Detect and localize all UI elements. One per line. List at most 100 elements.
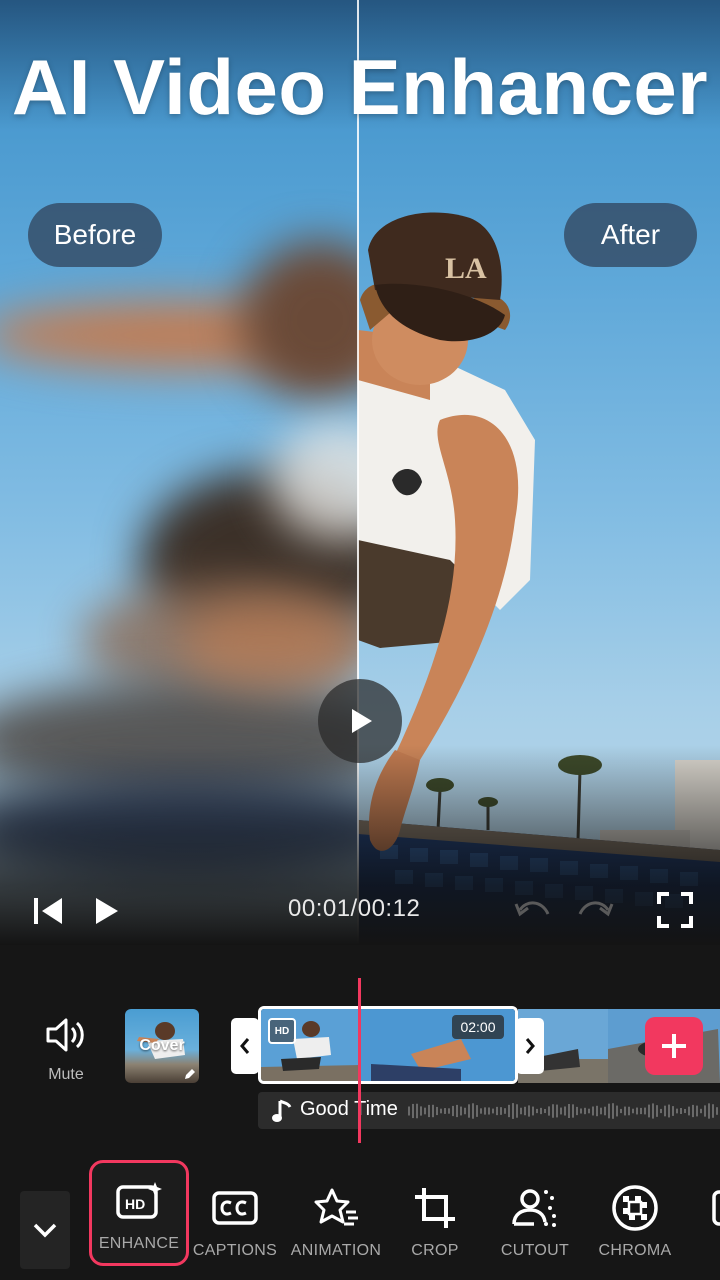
waveform-bar xyxy=(476,1105,478,1117)
tool-enhance-label: ENHANCE xyxy=(98,1235,180,1252)
waveform-bar xyxy=(428,1104,430,1118)
waveform-bar xyxy=(532,1106,534,1116)
undo-icon[interactable] xyxy=(512,896,552,926)
waveform-bar xyxy=(492,1108,494,1114)
waveform-bar xyxy=(436,1106,438,1116)
cc-icon xyxy=(212,1191,258,1225)
waveform-bar xyxy=(652,1103,654,1119)
svg-text:HD: HD xyxy=(125,1196,145,1212)
waveform-bar xyxy=(544,1108,546,1114)
waveform-bar xyxy=(648,1104,650,1118)
editor-screen: LA AI Video Enhancer Before After 00:01/… xyxy=(0,0,720,1280)
tool-captions[interactable]: CAPTIONS xyxy=(185,1180,285,1260)
waveform-bar xyxy=(688,1106,690,1116)
waveform-bar xyxy=(412,1103,414,1119)
waveform-bar xyxy=(540,1107,542,1115)
partial-tool-icon xyxy=(712,1190,720,1226)
chevron-down-icon xyxy=(33,1223,57,1238)
waveform-bar xyxy=(644,1107,646,1115)
tool-animation-label: ANIMATION xyxy=(290,1242,382,1259)
waveform-bar xyxy=(660,1108,662,1114)
before-label: Before xyxy=(28,203,162,267)
tool-animation[interactable]: ANIMATION xyxy=(286,1180,386,1260)
waveform-bar xyxy=(572,1104,574,1118)
play-overlay-button[interactable] xyxy=(318,679,402,763)
tool-chroma[interactable]: CHROMA xyxy=(585,1180,685,1260)
fullscreen-icon[interactable] xyxy=(656,891,694,929)
waveform-bar xyxy=(632,1108,634,1114)
waveform-bar xyxy=(480,1108,482,1114)
audio-track[interactable]: Good Time xyxy=(258,1092,720,1129)
speaker-icon xyxy=(46,1018,84,1052)
waveform-bar xyxy=(684,1108,686,1114)
play-icon-small[interactable] xyxy=(90,894,122,928)
waveform-bar xyxy=(576,1106,578,1116)
waveform-bar xyxy=(616,1105,618,1117)
tool-enhance[interactable]: HD ENHANCE xyxy=(89,1160,189,1266)
waveform-bar xyxy=(620,1108,622,1114)
edit-pencil-icon[interactable] xyxy=(183,1067,197,1081)
waveform-bar xyxy=(508,1104,510,1118)
waveform-bar xyxy=(636,1107,638,1115)
cover-thumbnail[interactable]: Cover xyxy=(125,1009,199,1083)
waveform-bar xyxy=(520,1107,522,1115)
trim-handle-right[interactable] xyxy=(516,1018,544,1074)
waveform-bar xyxy=(552,1104,554,1118)
audio-waveform xyxy=(408,1103,718,1119)
waveform-bar xyxy=(524,1106,526,1116)
waveform-bar xyxy=(516,1104,518,1118)
video-preview[interactable]: LA AI Video Enhancer Before After 00:01/… xyxy=(0,0,720,945)
waveform-bar xyxy=(512,1103,514,1119)
waveform-bar xyxy=(424,1107,426,1115)
waveform-bar xyxy=(656,1105,658,1117)
chevron-left-icon xyxy=(240,1038,250,1054)
waveform-bar xyxy=(672,1106,674,1116)
waveform-bar xyxy=(716,1107,718,1115)
waveform-bar xyxy=(484,1107,486,1115)
waveform-bar xyxy=(588,1108,590,1114)
waveform-bar xyxy=(452,1105,454,1117)
playhead[interactable] xyxy=(358,978,361,1143)
mute-button[interactable]: Mute xyxy=(38,1015,94,1084)
waveform-bar xyxy=(504,1108,506,1114)
collapse-toolbar-button[interactable] xyxy=(20,1191,70,1269)
waveform-bar xyxy=(548,1106,550,1116)
waveform-bar xyxy=(580,1108,582,1114)
waveform-bar xyxy=(448,1108,450,1114)
audio-track-name: Good Time xyxy=(300,1098,398,1120)
trim-handle-left[interactable] xyxy=(231,1018,259,1074)
waveform-bar xyxy=(468,1104,470,1118)
waveform-bar xyxy=(712,1104,714,1118)
hd-badge: HD xyxy=(268,1018,296,1044)
waveform-bar xyxy=(440,1108,442,1114)
hd-sparkle-icon: HD xyxy=(116,1182,162,1219)
add-clip-button[interactable] xyxy=(645,1017,703,1075)
waveform-bar xyxy=(592,1106,594,1116)
redo-icon[interactable] xyxy=(576,896,616,926)
animation-star-icon xyxy=(314,1188,358,1226)
waveform-bar xyxy=(608,1103,610,1119)
mute-label: Mute xyxy=(48,1066,84,1083)
waveform-bar xyxy=(464,1107,466,1115)
tool-cutout[interactable]: CUTOUT xyxy=(485,1180,585,1260)
waveform-bar xyxy=(488,1107,490,1115)
chevron-right-icon xyxy=(525,1038,535,1054)
cutout-person-icon xyxy=(512,1189,556,1227)
waveform-bar xyxy=(584,1107,586,1115)
tool-crop-label: CROP xyxy=(411,1242,459,1259)
clip-duration: 02:00 xyxy=(452,1015,504,1039)
svg-text:LA: LA xyxy=(445,252,487,285)
waveform-bar xyxy=(696,1105,698,1117)
waveform-bar xyxy=(668,1104,670,1118)
after-label: After xyxy=(564,203,697,267)
waveform-bar xyxy=(700,1108,702,1114)
promo-title: AI Video Enhancer xyxy=(11,43,709,131)
waveform-bar xyxy=(528,1105,530,1117)
tool-crop[interactable]: CROP xyxy=(385,1180,485,1260)
tool-next-partial[interactable] xyxy=(700,1180,720,1236)
waveform-bar xyxy=(680,1108,682,1114)
waveform-bar xyxy=(708,1103,710,1119)
waveform-bar xyxy=(432,1104,434,1118)
skip-to-start-icon[interactable] xyxy=(30,894,66,928)
waveform-bar xyxy=(624,1106,626,1116)
